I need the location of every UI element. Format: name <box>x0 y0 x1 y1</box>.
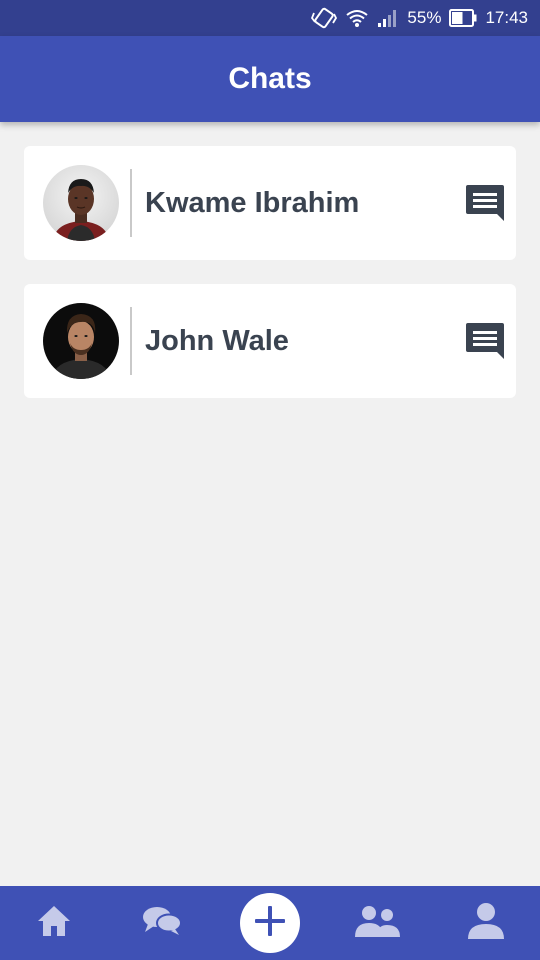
clock: 17:43 <box>485 8 528 27</box>
battery-percent: 55% <box>407 8 442 27</box>
avatar <box>43 303 119 379</box>
add-button[interactable] <box>240 893 300 953</box>
avatar <box>43 165 119 241</box>
chat-item-kwame-ibrahim[interactable]: Kwame Ibrahim <box>24 146 516 260</box>
divider <box>130 307 132 375</box>
chat-list: Kwame Ibrahim John Wale <box>24 146 516 398</box>
nav-chats[interactable] <box>122 886 202 960</box>
app-bar: Chats <box>0 36 540 122</box>
divider <box>130 169 132 237</box>
page-title: Chats <box>228 62 312 95</box>
home-icon <box>36 904 72 943</box>
contacts-icon <box>354 904 402 943</box>
signal-icon <box>377 8 399 28</box>
status-bar: 55% 17:43 <box>0 0 540 36</box>
chat-item-john-wale[interactable]: John Wale <box>24 284 516 398</box>
add-icon <box>252 903 288 944</box>
wifi-icon <box>345 8 369 28</box>
nav-home[interactable] <box>14 886 94 960</box>
message-icon[interactable] <box>465 321 505 361</box>
contact-name: Kwame Ibrahim <box>145 186 360 219</box>
nav-profile[interactable] <box>446 886 526 960</box>
nav-contacts[interactable] <box>338 886 418 960</box>
vibrate-icon <box>311 7 338 29</box>
message-icon[interactable] <box>465 183 505 223</box>
profile-icon <box>466 902 506 945</box>
chats-icon <box>142 905 182 942</box>
contact-name: John Wale <box>145 324 289 357</box>
battery-icon <box>449 9 477 27</box>
